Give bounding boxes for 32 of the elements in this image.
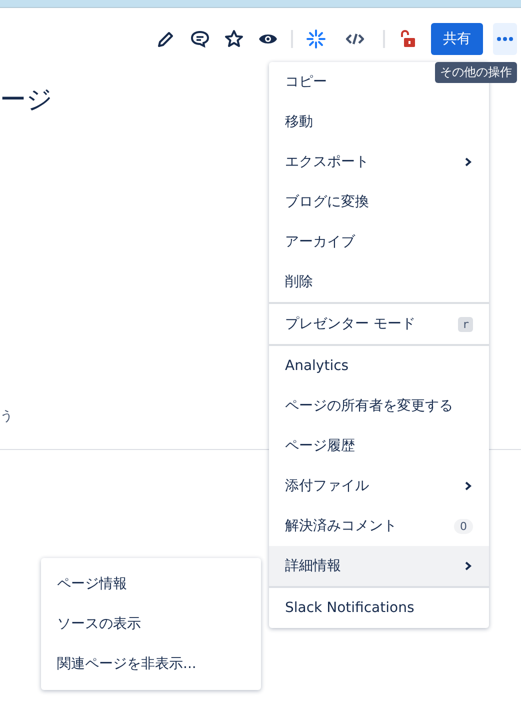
page-text: う xyxy=(0,408,13,425)
menu-item[interactable]: 詳細情報 xyxy=(269,546,489,586)
menu-item[interactable]: Slack Notifications xyxy=(269,588,489,628)
shortcut-key: r xyxy=(458,316,473,332)
count-badge: 0 xyxy=(454,518,473,534)
comment-icon[interactable] xyxy=(190,29,210,49)
menu-item[interactable]: 移動 xyxy=(269,102,489,142)
pencil-icon[interactable] xyxy=(156,29,176,49)
tooltip: その他の操作 xyxy=(435,62,517,83)
more-button[interactable] xyxy=(493,23,517,55)
menu-item[interactable]: アーカイブ xyxy=(269,222,489,262)
menu-item[interactable]: 関連ページを非表示... xyxy=(41,644,261,684)
menu-item[interactable]: エクスポート xyxy=(269,142,489,182)
padlock-icon[interactable] xyxy=(398,29,418,49)
chevron-icon xyxy=(463,561,473,571)
page-title: ージ xyxy=(0,84,53,117)
sparkle-icon[interactable] xyxy=(306,29,326,49)
menu-item[interactable]: 削除 xyxy=(269,262,489,302)
menu-item[interactable]: プレゼンター モード r xyxy=(269,304,489,344)
menu-item[interactable]: ブログに変換 xyxy=(269,182,489,222)
menu-item[interactable]: ページ情報 xyxy=(41,564,261,604)
menu-item[interactable]: Analytics xyxy=(269,346,489,386)
share-button[interactable]: 共有 xyxy=(431,23,483,55)
menu-item[interactable]: 添付ファイル xyxy=(269,466,489,506)
more-icon xyxy=(496,36,514,42)
menu-item[interactable]: ソースの表示 xyxy=(41,604,261,644)
menu-item[interactable]: ページ履歴 xyxy=(269,426,489,466)
star-icon[interactable] xyxy=(224,29,244,49)
menu-item[interactable]: 解決済みコメント 0 xyxy=(269,506,489,546)
chevron-icon xyxy=(463,481,473,491)
menu-item[interactable]: ページの所有者を変更する xyxy=(269,386,489,426)
chevron-icon xyxy=(463,157,473,167)
